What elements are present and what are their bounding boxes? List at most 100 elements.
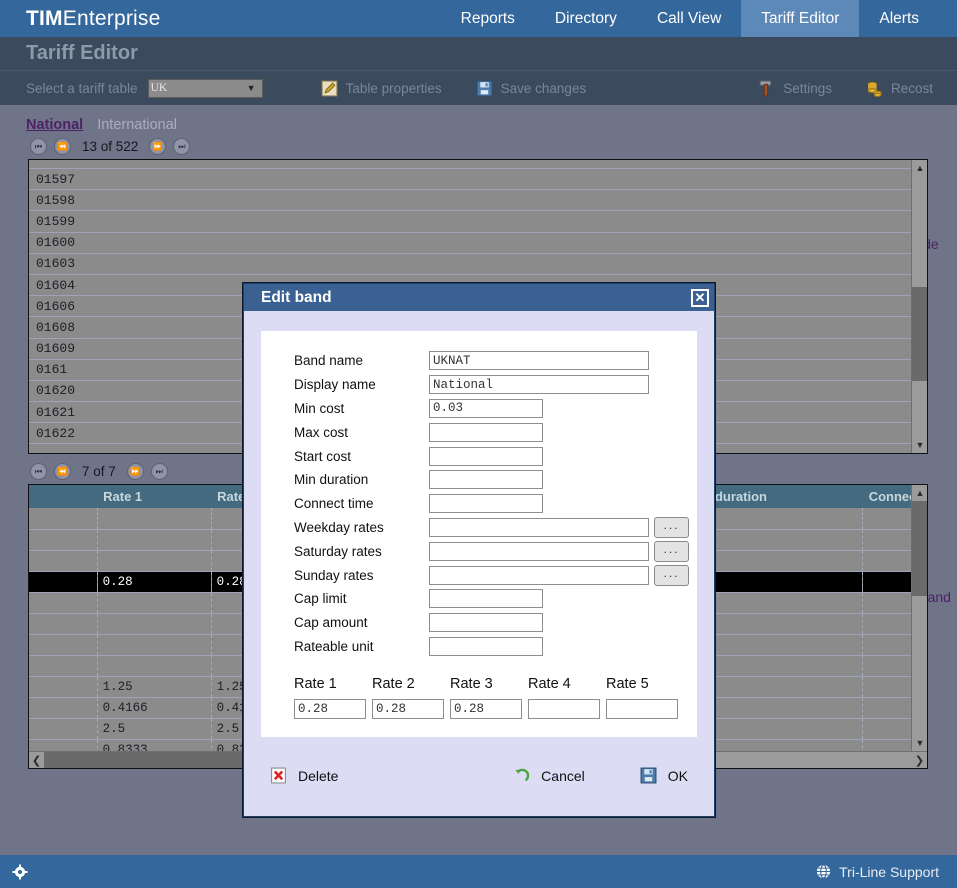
field-input-display-name[interactable] bbox=[429, 375, 649, 394]
list-item[interactable]: 01603 bbox=[29, 254, 911, 275]
list-item[interactable]: 01598 bbox=[29, 190, 911, 211]
nav-items: ReportsDirectoryCall ViewTariff EditorAl… bbox=[441, 0, 957, 37]
code-type-tabs: National International bbox=[0, 105, 957, 133]
field-input-start-cost[interactable] bbox=[429, 447, 543, 466]
band-list-scroll-thumb[interactable] bbox=[912, 501, 928, 596]
rate-input-1[interactable] bbox=[294, 699, 366, 719]
tab-national[interactable]: National bbox=[26, 117, 83, 133]
code-pager-prev-icon[interactable]: ⏪ bbox=[54, 138, 71, 155]
rate-label-5: Rate 5 bbox=[606, 676, 684, 692]
rate-input-2[interactable] bbox=[372, 699, 444, 719]
field-input-min-cost[interactable] bbox=[429, 399, 543, 418]
band-pager-next-icon[interactable]: ⏩ bbox=[127, 463, 144, 480]
code-pager-first-icon[interactable]: ⏮ bbox=[30, 138, 47, 155]
tariff-toolbar: Select a tariff table UK ▼ Table propert… bbox=[0, 70, 957, 105]
nav-item-alerts[interactable]: Alerts bbox=[859, 0, 939, 37]
code-list-scroll-thumb[interactable] bbox=[912, 287, 928, 381]
field-label-display-name: Display name bbox=[294, 377, 429, 392]
scroll-right-icon[interactable]: ❯ bbox=[912, 752, 927, 768]
recost-button[interactable]: Recost bbox=[866, 80, 933, 97]
table-properties-button[interactable]: Table properties bbox=[321, 80, 442, 97]
support-link[interactable]: Tri-Line Support bbox=[816, 864, 939, 880]
scroll-up-icon[interactable]: ▲ bbox=[912, 160, 928, 176]
rate-input-3[interactable] bbox=[450, 699, 522, 719]
dialog-body: Band nameDisplay nameMin costMax costSta… bbox=[261, 331, 697, 737]
column-header-rate-1[interactable]: Rate 1 bbox=[97, 485, 211, 508]
nav-item-tariff-editor[interactable]: Tariff Editor bbox=[741, 0, 859, 37]
field-input-sunday-rates[interactable] bbox=[429, 566, 649, 585]
rate-input-5[interactable] bbox=[606, 699, 678, 719]
code-list-vertical-scrollbar[interactable]: ▲ ▼ bbox=[911, 160, 927, 453]
band-pager-prev-icon[interactable]: ⏪ bbox=[54, 463, 71, 480]
field-input-weekday-rates[interactable] bbox=[429, 518, 649, 537]
delete-x-icon bbox=[270, 767, 287, 784]
column-header-display-name[interactable]: Display name bbox=[28, 485, 97, 508]
ok-label: OK bbox=[668, 768, 688, 784]
scroll-left-icon[interactable]: ❮ bbox=[29, 752, 44, 768]
ellipsis-button-weekday-rates[interactable]: ... bbox=[654, 517, 689, 538]
table-cell-display: Service Number bbox=[28, 739, 97, 751]
save-changes-label: Save changes bbox=[501, 81, 587, 96]
table-cell-r1 bbox=[97, 613, 211, 634]
settings-button[interactable]: Settings bbox=[758, 80, 832, 97]
rate-label-1: Rate 1 bbox=[294, 676, 372, 692]
field-row: Cap amount bbox=[294, 611, 697, 635]
tab-international[interactable]: International bbox=[97, 117, 177, 133]
scroll-down-icon[interactable]: ▼ bbox=[912, 437, 928, 453]
field-row: Min cost bbox=[294, 397, 697, 421]
close-icon[interactable]: ✕ bbox=[691, 289, 709, 307]
gear-icon[interactable] bbox=[12, 864, 28, 880]
field-input-rateable-unit[interactable] bbox=[429, 637, 543, 656]
code-pager-last-icon[interactable]: ⏭ bbox=[173, 138, 190, 155]
nav-item-reports[interactable]: Reports bbox=[441, 0, 535, 37]
field-input-max-cost[interactable] bbox=[429, 423, 543, 442]
tariff-table-select[interactable]: UK ▼ bbox=[148, 79, 263, 98]
table-cell-r1: 1.25 bbox=[97, 676, 211, 697]
band-pager-first-icon[interactable]: ⏮ bbox=[30, 463, 47, 480]
brand-bold: TIM bbox=[26, 7, 63, 30]
field-label-min-cost: Min cost bbox=[294, 401, 429, 416]
field-input-cap-amount[interactable] bbox=[429, 613, 543, 632]
ellipsis-button-sunday-rates[interactable]: ... bbox=[654, 565, 689, 586]
scroll-down-icon[interactable]: ▼ bbox=[912, 735, 928, 751]
main-content: NationalInternational Find code Find Add… bbox=[0, 105, 957, 888]
field-row: Rateable unit bbox=[294, 635, 697, 659]
recost-label: Recost bbox=[891, 81, 933, 96]
field-row: Cap limit bbox=[294, 587, 697, 611]
nav-item-call-view[interactable]: Call View bbox=[637, 0, 741, 37]
nav-item-directory[interactable]: Directory bbox=[535, 0, 637, 37]
table-cell-r1 bbox=[97, 550, 211, 571]
field-input-band-name[interactable] bbox=[429, 351, 649, 370]
column-header-label: Rate 1 bbox=[103, 489, 142, 504]
rate-label-4: Rate 4 bbox=[528, 676, 606, 692]
field-input-min-duration[interactable] bbox=[429, 470, 543, 489]
support-label: Tri-Line Support bbox=[839, 864, 939, 880]
table-cell-display: International bbox=[28, 613, 97, 634]
scroll-up-icon[interactable]: ▲ bbox=[912, 485, 928, 501]
field-label-weekday-rates: Weekday rates bbox=[294, 520, 429, 535]
field-row: Saturday rates... bbox=[294, 539, 697, 563]
delete-button[interactable]: Delete bbox=[270, 767, 338, 784]
ok-button[interactable]: OK bbox=[640, 767, 688, 784]
code-pager-next-icon[interactable]: ⏩ bbox=[149, 138, 166, 155]
save-changes-button[interactable]: Save changes bbox=[476, 80, 587, 97]
table-cell-r1: 2.5 bbox=[97, 718, 211, 739]
list-item[interactable]: 01600 bbox=[29, 233, 911, 254]
field-input-saturday-rates[interactable] bbox=[429, 542, 649, 561]
field-row: Start cost bbox=[294, 444, 697, 468]
band-list-vertical-scrollbar[interactable]: ▲ ▼ bbox=[911, 485, 927, 751]
band-pager-last-icon[interactable]: ⏭ bbox=[151, 463, 168, 480]
list-item[interactable]: 01597 bbox=[29, 169, 911, 190]
rate-row: Rate 1Rate 2Rate 3Rate 4Rate 5 bbox=[294, 676, 697, 719]
table-cell-display: International bbox=[28, 508, 97, 529]
list-item[interactable]: 01599 bbox=[29, 211, 911, 232]
field-row: Display name bbox=[294, 373, 697, 397]
dialog-title: Edit band bbox=[261, 289, 332, 307]
field-input-connect-time[interactable] bbox=[429, 494, 543, 513]
table-cell-r1 bbox=[97, 529, 211, 550]
cancel-button[interactable]: Cancel bbox=[513, 767, 585, 784]
ellipsis-button-saturday-rates[interactable]: ... bbox=[654, 541, 689, 562]
rate-input-4[interactable] bbox=[528, 699, 600, 719]
field-input-cap-limit[interactable] bbox=[429, 589, 543, 608]
tariff-table-label: Select a tariff table bbox=[26, 81, 138, 96]
